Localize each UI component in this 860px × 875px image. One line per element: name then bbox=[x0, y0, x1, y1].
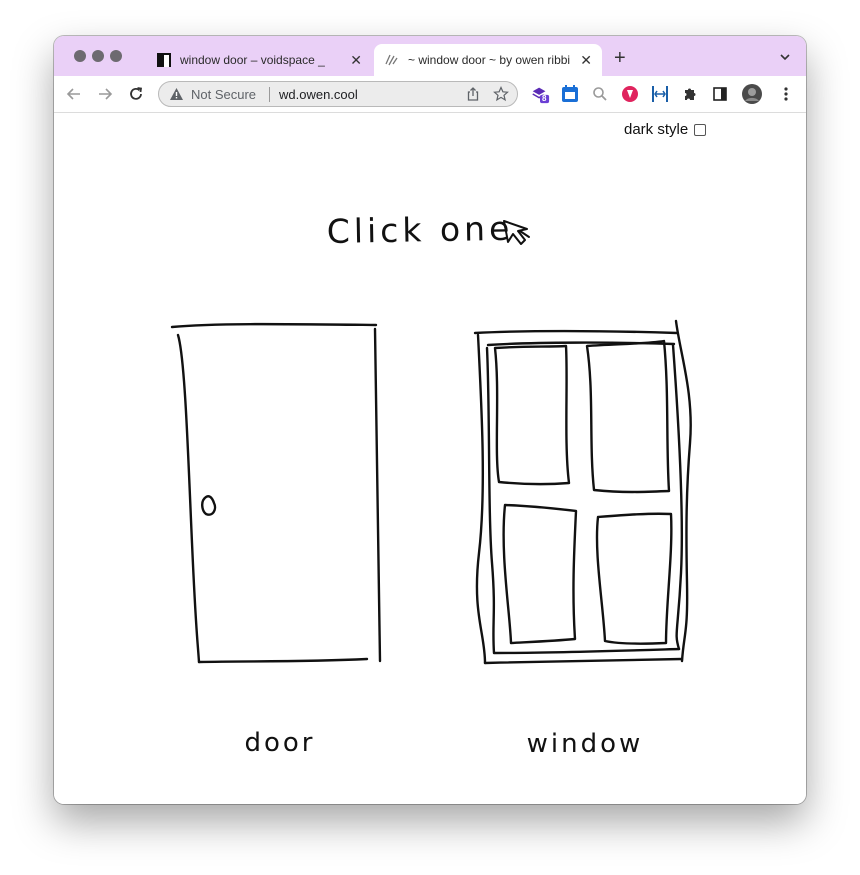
resize-extension-icon[interactable] bbox=[650, 84, 670, 104]
tab-title: ~ window door ~ by owen ribbi bbox=[408, 53, 571, 67]
hand-drawn-canvas: Click one door window bbox=[170, 209, 692, 759]
zoom-window-button[interactable] bbox=[110, 50, 122, 62]
close-tab-icon[interactable]: ✕ bbox=[580, 52, 592, 69]
more-options-icon[interactable] bbox=[776, 84, 796, 104]
door-label[interactable]: door bbox=[244, 728, 315, 758]
new-tab-icon[interactable]: + bbox=[614, 48, 626, 68]
shield-extension-icon[interactable] bbox=[620, 84, 640, 104]
tab-title: window door – voidspace _ bbox=[180, 53, 325, 67]
tab-window-door[interactable]: ~ window door ~ by owen ribbi ✕ bbox=[374, 44, 602, 76]
bookmark-star-icon[interactable] bbox=[493, 86, 509, 107]
tab-bar: window door – voidspace _ ✕ ~ window doo… bbox=[54, 36, 806, 76]
voidspace-favicon-icon bbox=[156, 52, 172, 68]
door-option[interactable] bbox=[170, 322, 382, 664]
address-bar[interactable]: Not Secure wd.owen.cool bbox=[158, 81, 518, 107]
browser-window: window door – voidspace _ ✕ ~ window doo… bbox=[54, 36, 806, 804]
extension-stack-icon[interactable]: 8 bbox=[530, 84, 550, 104]
puzzle-extensions-icon[interactable] bbox=[680, 84, 700, 104]
close-tab-icon[interactable]: ✕ bbox=[350, 52, 362, 69]
calendar-extension-icon[interactable] bbox=[560, 84, 580, 104]
forward-arrow-icon[interactable] bbox=[95, 84, 115, 104]
security-status[interactable]: Not Secure bbox=[191, 87, 256, 102]
scribble-favicon-icon bbox=[384, 52, 400, 68]
chevron-down-icon[interactable] bbox=[778, 50, 792, 64]
warning-icon[interactable] bbox=[169, 87, 184, 106]
headline: Click one bbox=[326, 209, 513, 251]
close-window-button[interactable] bbox=[74, 50, 86, 62]
share-icon[interactable] bbox=[465, 86, 481, 107]
divider bbox=[269, 87, 270, 102]
toolbar: Not Secure wd.owen.cool 8 bbox=[54, 76, 806, 113]
search-extension-icon[interactable] bbox=[590, 84, 610, 104]
back-arrow-icon[interactable] bbox=[64, 84, 84, 104]
side-panel-icon[interactable] bbox=[710, 84, 730, 104]
minimize-window-button[interactable] bbox=[92, 50, 104, 62]
extension-badge: 8 bbox=[542, 94, 547, 103]
page-content: dark style Click one door window bbox=[54, 113, 806, 804]
tab-voidspace[interactable]: window door – voidspace _ ✕ bbox=[146, 44, 372, 76]
window-option[interactable] bbox=[473, 319, 692, 665]
profile-avatar[interactable] bbox=[742, 84, 762, 104]
url-text[interactable]: wd.owen.cool bbox=[279, 87, 358, 102]
window-label[interactable]: window bbox=[527, 729, 644, 759]
reload-icon[interactable] bbox=[126, 84, 146, 104]
